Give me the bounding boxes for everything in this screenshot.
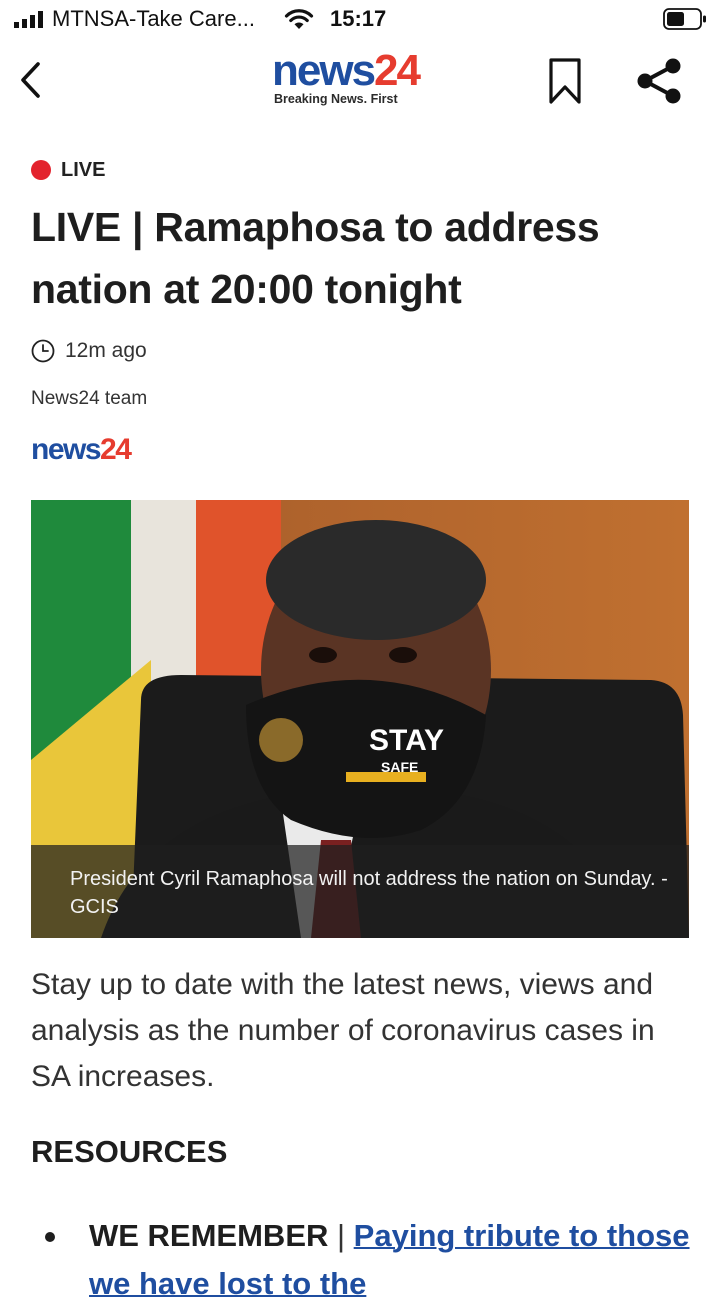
wifi-icon bbox=[284, 9, 314, 29]
publish-time: 12m ago bbox=[31, 336, 147, 366]
article-headline: LIVE | Ramaphosa to address nation at 20… bbox=[31, 204, 600, 312]
logo-word-24: 24 bbox=[374, 46, 421, 95]
clock-icon bbox=[31, 339, 55, 363]
news24-logo[interactable]: news24 Breaking News. First bbox=[272, 46, 452, 116]
source-logo: news24 bbox=[31, 433, 132, 467]
logo-tagline: Breaking News. First bbox=[274, 92, 398, 106]
signal-icon bbox=[14, 11, 43, 28]
svg-text:STAY: STAY bbox=[369, 724, 444, 757]
source-logo-news: news bbox=[31, 433, 102, 466]
status-bar: MTNSA-Take Care... 15:17 bbox=[0, 0, 720, 40]
share-icon[interactable] bbox=[634, 56, 684, 106]
article-intro: Stay up to date with the latest news, vi… bbox=[31, 968, 655, 1093]
status-time: 15:17 bbox=[330, 6, 387, 31]
source-logo-24: 24 bbox=[100, 433, 132, 466]
bullet-icon bbox=[45, 1232, 55, 1242]
back-button[interactable] bbox=[12, 58, 52, 102]
live-label: LIVE bbox=[61, 158, 106, 181]
article-image[interactable]: STAY SAFE President Cyril Ramaphosa will… bbox=[31, 500, 689, 938]
battery-icon bbox=[663, 8, 706, 30]
image-caption: President Cyril Ramaphosa will not addre… bbox=[70, 868, 668, 918]
carrier-name: MTNSA-Take Care... bbox=[52, 6, 255, 31]
live-indicator: LIVE bbox=[31, 156, 105, 184]
time-ago: 12m ago bbox=[65, 339, 147, 362]
resource-title: WE REMEMBER bbox=[89, 1218, 329, 1253]
nav-bar: news24 Breaking News. First bbox=[0, 40, 720, 120]
bookmark-icon[interactable] bbox=[545, 56, 585, 106]
logo-word-news: news bbox=[272, 46, 376, 95]
article-author[interactable]: News24 team bbox=[31, 388, 147, 410]
resources-heading: RESOURCES bbox=[31, 1134, 228, 1169]
live-dot-icon bbox=[31, 160, 51, 180]
resource-separator: | bbox=[328, 1218, 354, 1253]
image-caption-overlay: President Cyril Ramaphosa will not addre… bbox=[31, 845, 689, 938]
